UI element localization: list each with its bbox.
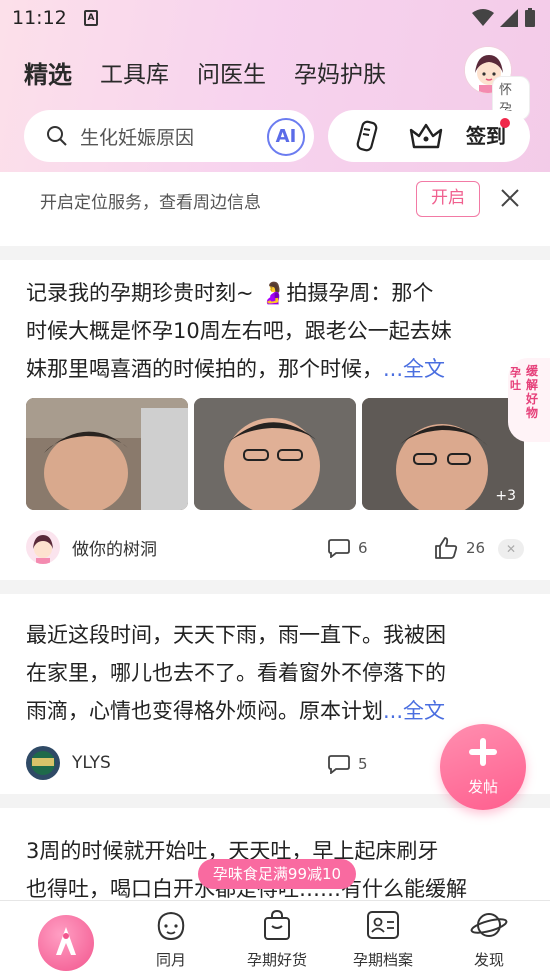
- nav-same-month[interactable]: 同月: [121, 909, 221, 970]
- tab-tools[interactable]: 工具库: [100, 55, 169, 89]
- ai-button[interactable]: AI: [267, 118, 305, 156]
- top-tabs: 精选 工具库 问医生 孕妈护肤: [24, 52, 386, 92]
- read-more-link[interactable]: ...全文: [383, 699, 445, 723]
- post-photo[interactable]: [194, 398, 356, 510]
- profile-avatar[interactable]: 怀孕: [462, 46, 530, 120]
- nav-records[interactable]: 孕期档案: [333, 909, 433, 970]
- post-line: 时候大概是怀孕10周左右吧，跟老公一起去妹: [26, 319, 452, 343]
- status-time: 11:12: [12, 7, 67, 29]
- post-line: 在家里，哪儿也去不了。看着窗外不停落下的: [26, 661, 446, 685]
- close-icon[interactable]: [498, 186, 522, 210]
- nav-label: 孕期档案: [352, 951, 413, 969]
- status-bar: 11:12 A: [0, 0, 550, 36]
- location-prompt-text: 开启定位服务，查看周边信息: [40, 193, 261, 213]
- search-input[interactable]: 生化妊娠原因: [80, 123, 194, 150]
- post-line: 妹那里喝喜酒的时候拍的，那个时候，...全文: [26, 357, 446, 381]
- nav-home[interactable]: [38, 915, 94, 971]
- post-card[interactable]: 3周的时候就开始吐，天天吐，早上起床刷牙 也得吐，喝口白开水都是得吐……有什么能…: [0, 808, 550, 908]
- author-name: 做你的树洞: [72, 539, 157, 560]
- tab-skincare[interactable]: 孕妈护肤: [294, 55, 386, 89]
- planet-icon: [470, 913, 508, 937]
- plus-icon: [469, 738, 497, 766]
- wifi-icon: [472, 9, 494, 26]
- crown-icon[interactable]: [408, 122, 444, 150]
- quick-tools: 签到: [328, 110, 530, 162]
- post-photo[interactable]: +3: [362, 398, 524, 510]
- location-prompt: 开启定位服务，查看周边信息 开启: [0, 172, 550, 246]
- baby-face-icon: [157, 911, 185, 941]
- post-line: 记录我的孕期珍贵时刻~ 🤰拍摄孕周：那个: [26, 281, 434, 305]
- home-logo-icon: [56, 927, 76, 955]
- signal-icon: [500, 9, 518, 27]
- bottom-nav: 同月 孕期好货 孕期档案 发现: [0, 900, 550, 977]
- search-bar[interactable]: 生化妊娠原因 AI: [24, 110, 314, 162]
- thumbs-up-icon: [435, 537, 458, 559]
- system-icons: [472, 8, 536, 28]
- device-icon[interactable]: [354, 120, 382, 152]
- more-photos-count: +3: [495, 488, 516, 504]
- dismiss-post-button[interactable]: ✕: [498, 539, 524, 559]
- avatar: [26, 530, 60, 564]
- post-body: 最近这段时间，天天下雨，雨一直下。我被困 在家里，哪儿也去不了。看着窗外不停落下…: [26, 616, 526, 730]
- comment-icon: [328, 539, 350, 558]
- post-body: 记录我的孕期珍贵时刻~ 🤰拍摄孕周：那个 时候大概是怀孕10周左右吧，跟老公一起…: [26, 274, 526, 388]
- promo-text: 缓解好物: [526, 364, 539, 420]
- tab-ask-doctor[interactable]: 问医生: [197, 55, 266, 89]
- nav-label: 同月: [155, 951, 186, 969]
- promo-pill[interactable]: 孕味食足满99减10: [198, 859, 356, 889]
- post-photo[interactable]: [26, 398, 188, 510]
- promo-tag: 孕吐: [510, 366, 521, 392]
- nav-discover[interactable]: 发现: [439, 909, 539, 970]
- author-name: YLYS: [72, 753, 111, 773]
- tab-featured[interactable]: 精选: [24, 55, 72, 90]
- create-post-label: 发帖: [467, 778, 498, 796]
- avatar: [26, 746, 60, 780]
- create-post-button[interactable]: 发帖: [440, 724, 526, 810]
- nav-goods[interactable]: 孕期好货: [227, 909, 327, 970]
- comment-count[interactable]: 5: [328, 754, 368, 774]
- battery-icon: [525, 8, 535, 27]
- side-promo-banner[interactable]: 孕吐 缓解好物: [508, 358, 550, 442]
- post-card[interactable]: 记录我的孕期珍贵时刻~ 🤰拍摄孕周：那个 时候大概是怀孕10周左右吧，跟老公一起…: [0, 260, 550, 580]
- like-count[interactable]: 26: [434, 537, 485, 559]
- post-line: 雨滴，心情也变得格外烦闷。原本计划...全文: [26, 699, 446, 723]
- search-icon: [47, 126, 67, 146]
- comment-count[interactable]: 6: [328, 538, 368, 558]
- profile-card-icon: [367, 911, 399, 939]
- nav-label: 孕期好货: [246, 951, 307, 969]
- post-author[interactable]: YLYS: [26, 746, 111, 780]
- post-author[interactable]: 做你的树洞: [26, 530, 157, 564]
- enable-location-button[interactable]: 开启: [416, 181, 480, 217]
- comment-icon: [328, 755, 350, 774]
- nav-label: 发现: [473, 951, 504, 969]
- post-line: 最近这段时间，天天下雨，雨一直下。我被困: [26, 623, 446, 647]
- notification-icon: A: [84, 10, 98, 26]
- photo-grid: +3: [26, 398, 524, 510]
- shopping-bag-icon: [264, 909, 290, 940]
- checkin-badge: [500, 118, 510, 128]
- read-more-link[interactable]: ...全文: [383, 357, 445, 381]
